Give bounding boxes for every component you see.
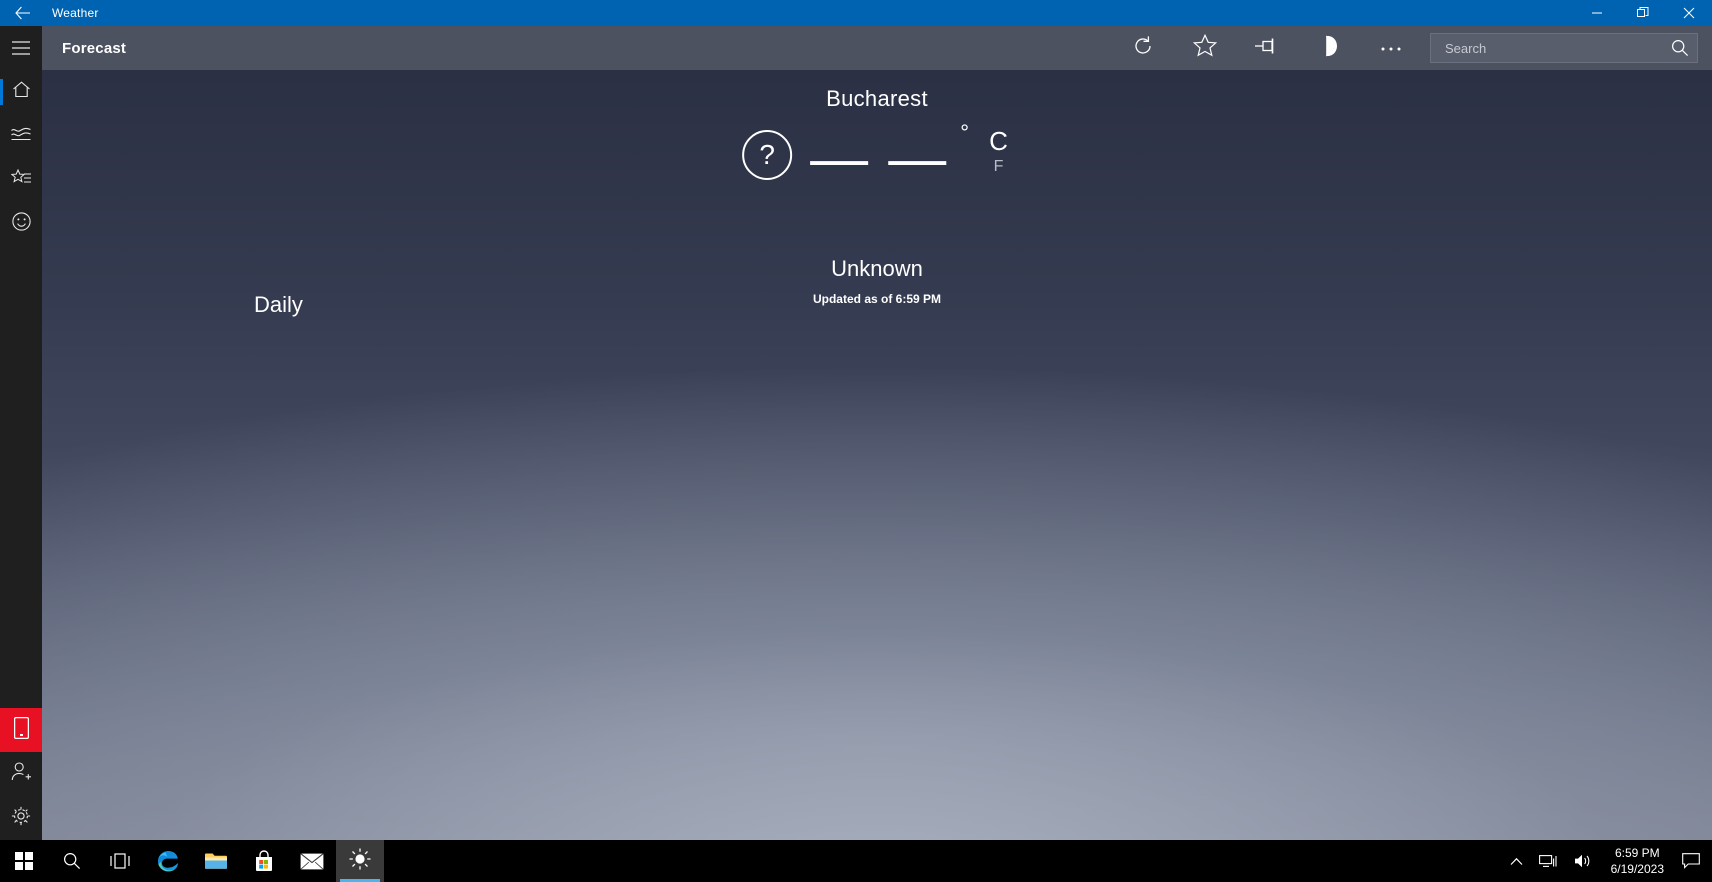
close-button[interactable] — [1666, 0, 1712, 26]
current-conditions-row: ? — — ° C F — [742, 120, 1012, 188]
sidebar-top-group — [0, 26, 42, 246]
minimize-button[interactable] — [1574, 0, 1620, 26]
unit-celsius[interactable]: C — [989, 125, 1008, 158]
windows-taskbar: 6:59 PM 6/19/2023 — [0, 840, 1712, 882]
taskbar-search-icon[interactable] — [48, 840, 96, 882]
star-list-icon — [10, 168, 32, 191]
chart-line-icon — [11, 126, 31, 146]
unit-fahrenheit[interactable]: F — [994, 157, 1004, 177]
window-titlebar: Weather — [0, 0, 1712, 26]
gear-icon — [11, 806, 31, 831]
more-options-button[interactable] — [1360, 26, 1422, 70]
home-icon — [12, 81, 31, 103]
chevron-up-icon[interactable] — [1502, 840, 1531, 882]
network-icon[interactable] — [1531, 840, 1566, 882]
mail-icon[interactable] — [288, 840, 336, 882]
sidebar-bottom-group — [0, 708, 42, 840]
microsoft-store-icon[interactable] — [240, 840, 288, 882]
sidebar-item-favorites[interactable] — [0, 158, 42, 202]
file-explorer-icon[interactable] — [192, 840, 240, 882]
sidebar-item-forecast[interactable] — [0, 70, 42, 114]
speaker-icon[interactable] — [1566, 840, 1601, 882]
night-mode-button[interactable] — [1298, 26, 1360, 70]
sidebar-item-maps[interactable] — [0, 114, 42, 158]
star-icon — [1192, 33, 1218, 62]
forecast-content-area: Bucharest ? — — ° C F Unknown Updated as… — [42, 70, 1712, 840]
phone-icon — [13, 716, 29, 744]
smiley-face-icon — [11, 212, 31, 236]
app-command-bar: Forecast — [42, 26, 1712, 70]
pin-icon — [1254, 37, 1280, 60]
search-icon[interactable] — [1663, 39, 1697, 57]
refresh-button[interactable] — [1112, 26, 1174, 70]
navigation-sidebar — [0, 26, 42, 840]
search-box[interactable] — [1430, 33, 1698, 63]
sidebar-item-send-to-phone[interactable] — [0, 708, 42, 752]
search-input[interactable] — [1431, 40, 1663, 56]
question-mark-circle-icon: ? — [742, 130, 793, 180]
weather-condition: Unknown — [831, 256, 923, 281]
sidebar-item-account[interactable] — [0, 752, 42, 796]
window-title: Weather — [52, 6, 99, 20]
clock-date: 6/19/2023 — [1610, 862, 1664, 876]
ellipsis-icon — [1380, 39, 1402, 57]
back-arrow-icon[interactable] — [0, 0, 46, 26]
temperature-unit-toggle[interactable]: C F — [989, 125, 1008, 178]
current-temperature: — — — [810, 126, 949, 191]
sidebar-item-settings[interactable] — [0, 796, 42, 840]
hamburger-menu-icon[interactable] — [0, 26, 42, 70]
taskbar-item-weather[interactable] — [336, 840, 384, 882]
refresh-icon — [1132, 35, 1154, 62]
moon-icon — [1319, 35, 1339, 62]
degree-symbol: ° — [960, 120, 970, 145]
windows-start-icon[interactable] — [0, 840, 48, 882]
system-tray: 6:59 PM 6/19/2023 — [1502, 840, 1712, 882]
clock-time: 6:59 PM — [1614, 845, 1660, 860]
sidebar-item-news[interactable] — [0, 202, 42, 246]
taskbar-clock[interactable]: 6:59 PM 6/19/2023 — [1601, 840, 1674, 882]
daily-forecast-heading: Daily — [254, 292, 303, 317]
person-add-icon — [11, 762, 32, 786]
restore-button[interactable] — [1620, 0, 1666, 26]
favorite-button[interactable] — [1174, 26, 1236, 70]
sun-weather-icon — [348, 847, 372, 876]
action-center-icon[interactable] — [1674, 840, 1708, 882]
city-name: Bucharest — [826, 86, 928, 111]
task-view-icon[interactable] — [96, 840, 144, 882]
edge-browser-icon[interactable] — [144, 840, 192, 882]
page-title: Forecast — [62, 39, 127, 57]
pin-button[interactable] — [1236, 26, 1298, 70]
